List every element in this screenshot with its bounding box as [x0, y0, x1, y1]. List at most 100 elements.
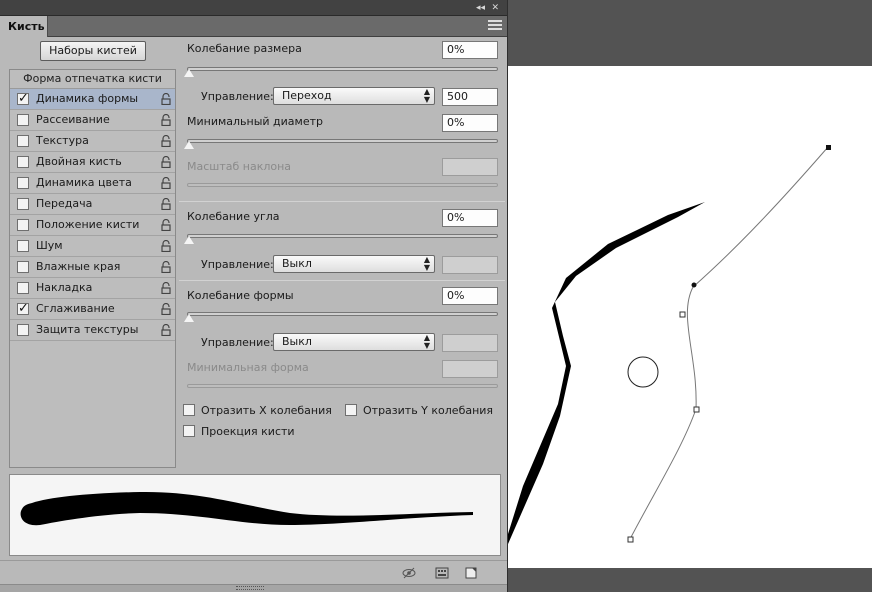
slider-thumb[interactable]	[183, 140, 195, 150]
stroke-preview	[9, 474, 501, 556]
workspace-area	[508, 0, 872, 592]
min-diameter-field[interactable]: 0%	[442, 114, 498, 132]
min-diameter-slider[interactable]	[183, 139, 498, 150]
lock-icon[interactable]	[161, 261, 171, 273]
brush-panel: ◂◂ ✕ Кисть Наборы кистей Форма отпечатка…	[0, 0, 508, 592]
angle-control-extra	[442, 256, 498, 274]
document-canvas[interactable]	[508, 66, 872, 568]
painted-stroke	[508, 202, 705, 544]
roundness-control-select[interactable]: Выкл ▲ ▼	[273, 333, 435, 351]
lock-icon[interactable]	[161, 303, 171, 315]
tilt-scale-field	[442, 158, 498, 176]
tilt-scale-slider	[187, 183, 498, 187]
handle-point[interactable]	[691, 282, 697, 288]
slider-thumb[interactable]	[183, 235, 195, 245]
lock-icon[interactable]	[161, 324, 171, 336]
panel-titlebar[interactable]: ◂◂ ✕	[0, 0, 507, 16]
min-diameter-label: Минимальный диаметр	[187, 115, 324, 128]
select-value: Переход	[282, 89, 332, 102]
option-label: Шум	[36, 239, 63, 252]
lock-icon[interactable]	[161, 240, 171, 252]
slider-thumb[interactable]	[183, 313, 195, 323]
brush-projection-checkbox[interactable]	[183, 425, 195, 437]
flip-y-label: Отразить Y колебания	[363, 404, 494, 417]
fade-steps-field[interactable]: 500	[442, 88, 498, 106]
brush-option-item[interactable]: Текстура	[10, 131, 175, 152]
angle-jitter-label: Колебание угла	[187, 210, 280, 223]
lock-icon[interactable]	[161, 114, 171, 126]
option-checkbox[interactable]	[17, 89, 29, 109]
option-label: Динамика формы	[36, 92, 139, 105]
option-label: Текстура	[36, 134, 89, 147]
lock-icon[interactable]	[161, 156, 171, 168]
brush-option-item[interactable]: Рассеивание	[10, 110, 175, 131]
brush-option-item[interactable]: Двойная кисть	[10, 152, 175, 173]
flip-x-checkbox[interactable]	[183, 404, 195, 416]
lock-icon[interactable]	[161, 177, 171, 189]
option-label: Накладка	[36, 281, 93, 294]
resize-grip[interactable]	[0, 584, 507, 592]
brush-option-item[interactable]: Влажные края	[10, 257, 175, 278]
preview-stroke	[20, 491, 473, 526]
min-roundness-field	[442, 360, 498, 378]
angle-jitter-field[interactable]: 0%	[442, 209, 498, 227]
option-checkbox[interactable]	[17, 282, 29, 294]
pen-path[interactable]	[629, 146, 829, 540]
toggle-preview-icon[interactable]	[402, 567, 416, 579]
option-checkbox[interactable]	[17, 240, 29, 252]
option-checkbox[interactable]	[17, 324, 29, 336]
close-icon[interactable]: ✕	[491, 3, 499, 13]
option-checkbox[interactable]	[17, 114, 29, 126]
panel-menu-icon[interactable]	[488, 20, 502, 32]
size-jitter-slider[interactable]	[183, 67, 498, 78]
brush-cursor	[627, 356, 659, 388]
angle-control-select[interactable]: Выкл ▲ ▼	[273, 255, 435, 273]
option-label: Динамика цвета	[36, 176, 132, 189]
option-checkbox[interactable]	[17, 261, 29, 273]
anchor-point[interactable]	[693, 406, 700, 413]
option-checkbox[interactable]	[17, 135, 29, 147]
updown-arrow-icon: ▲ ▼	[423, 87, 430, 104]
tab-brush[interactable]: Кисть	[0, 16, 48, 37]
brush-option-item[interactable]: Динамика формы	[10, 89, 175, 110]
brush-option-item[interactable]: Положение кисти	[10, 215, 175, 236]
divider	[179, 280, 505, 281]
roundness-control-extra	[442, 334, 498, 352]
size-jitter-field[interactable]: 0%	[442, 41, 498, 59]
lock-icon[interactable]	[161, 93, 171, 105]
option-label: Передача	[36, 197, 93, 210]
select-value: Выкл	[282, 335, 312, 348]
brush-option-item[interactable]: Передача	[10, 194, 175, 215]
option-checkbox[interactable]	[17, 156, 29, 168]
brush-option-item[interactable]: Накладка	[10, 278, 175, 299]
anchor-point[interactable]	[627, 536, 634, 543]
brush-option-item[interactable]: Шум	[10, 236, 175, 257]
panel-tabs: Кисть	[0, 16, 507, 37]
lock-icon[interactable]	[161, 219, 171, 231]
slider-thumb[interactable]	[183, 68, 195, 78]
brush-presets-button[interactable]: Наборы кистей	[40, 41, 146, 61]
roundness-jitter-slider[interactable]	[183, 312, 498, 323]
brush-option-item[interactable]: Сглаживание	[10, 299, 175, 320]
brush-projection-label: Проекция кисти	[201, 425, 295, 438]
option-checkbox[interactable]	[17, 198, 29, 210]
lock-icon[interactable]	[161, 282, 171, 294]
brush-tip-shape-item[interactable]: Форма отпечатка кисти	[10, 70, 175, 89]
option-checkbox[interactable]	[17, 219, 29, 231]
option-checkbox[interactable]	[17, 177, 29, 189]
angle-jitter-slider[interactable]	[183, 234, 498, 245]
lock-icon[interactable]	[161, 198, 171, 210]
collapse-icon[interactable]: ◂◂	[476, 3, 485, 13]
roundness-jitter-field[interactable]: 0%	[442, 287, 498, 305]
flip-y-checkbox[interactable]	[345, 404, 357, 416]
size-jitter-label: Колебание размера	[187, 42, 302, 55]
brush-option-item[interactable]: Защита текстуры	[10, 320, 175, 341]
brush-editor-icon[interactable]	[435, 567, 449, 579]
lock-icon[interactable]	[161, 135, 171, 147]
new-preset-icon[interactable]	[464, 567, 478, 579]
brush-option-item[interactable]: Динамика цвета	[10, 173, 175, 194]
anchor-point[interactable]	[679, 311, 686, 318]
option-checkbox[interactable]	[17, 299, 29, 319]
anchor-point[interactable]	[826, 145, 831, 150]
size-control-select[interactable]: Переход ▲ ▼	[273, 87, 435, 105]
